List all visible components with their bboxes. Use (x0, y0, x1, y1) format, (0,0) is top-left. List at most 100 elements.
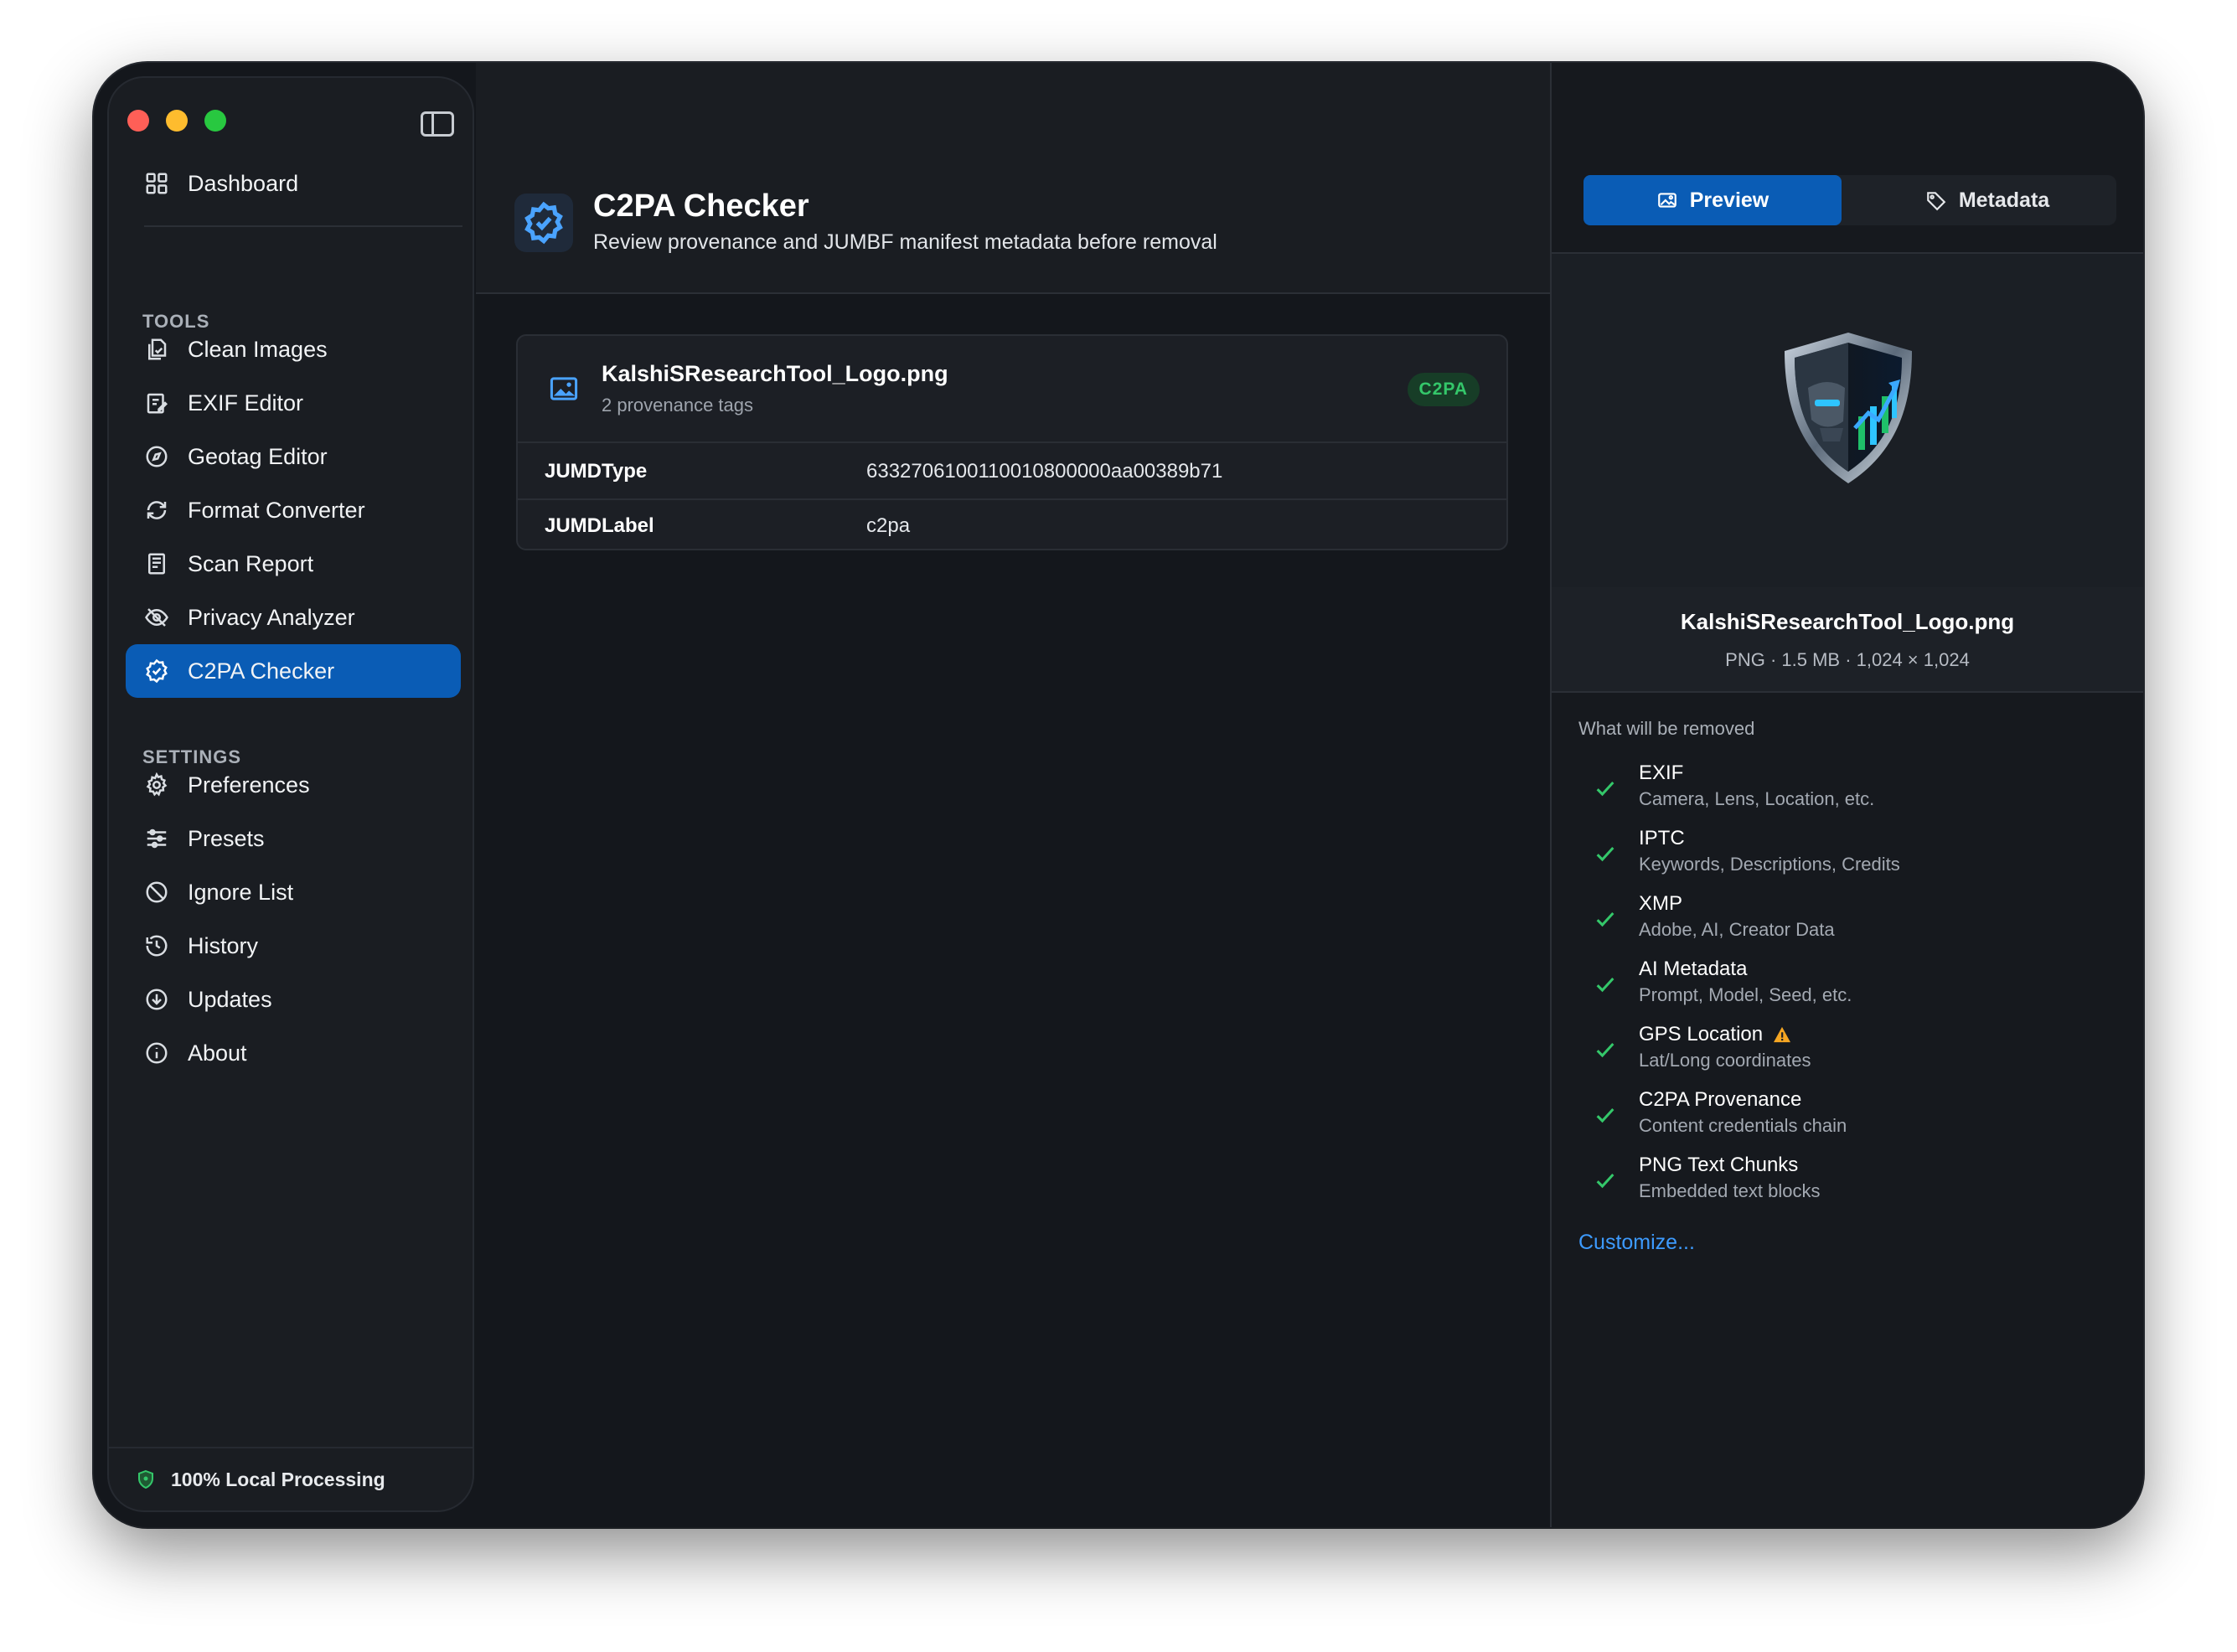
removal-item-title: EXIF (1639, 761, 1683, 785)
sidebar-divider (144, 225, 462, 227)
sidebar-item-label: C2PA Checker (188, 658, 335, 684)
removal-item-title-text: AI Metadata (1639, 958, 1748, 980)
zoom-window-button[interactable] (204, 110, 226, 132)
image-icon (550, 377, 578, 400)
tag-icon (1926, 192, 1946, 211)
file-info: KalshiSResearchTool_Logo.png PNG · 1.5 M… (1552, 587, 2143, 693)
removal-item-exif: EXIF Camera, Lens, Location, etc. (1578, 761, 2115, 820)
removal-item-ai-metadata: AI Metadata Prompt, Model, Seed, etc. (1578, 958, 2115, 1016)
info-icon (144, 1040, 169, 1066)
sidebar-item-label: About (188, 1040, 247, 1066)
checkmark-icon (1596, 1107, 1614, 1123)
removal-item-xmp: XMP Adobe, AI, Creator Data (1578, 892, 2115, 951)
checkmark-icon (1596, 1173, 1614, 1189)
shield-logo-image (1785, 333, 1912, 483)
removal-item-title-text: IPTC (1639, 827, 1685, 849)
sidebar-toggle-icon[interactable] (421, 111, 454, 137)
removal-item-desc: Content credentials chain (1639, 1115, 1847, 1136)
removal-item-desc: Keywords, Descriptions, Credits (1639, 854, 1900, 875)
warning-icon (1774, 1026, 1791, 1043)
page-header: C2PA Checker Review provenance and JUMBF… (476, 63, 1550, 294)
removal-item-desc: Lat/Long coordinates (1639, 1050, 1811, 1071)
tab-preview[interactable]: Preview (1583, 175, 1842, 225)
sidebar-item-format-converter[interactable]: Format Converter (126, 483, 461, 537)
removal-item-title-text: XMP (1639, 892, 1683, 915)
file-name: KalshiSResearchTool_Logo.png (602, 361, 948, 386)
removal-item-title: XMP (1639, 892, 1682, 916)
image-preview (1552, 252, 2143, 587)
removal-item-title: C2PA Provenance (1639, 1088, 1801, 1112)
sidebar-item-label: Preferences (188, 772, 310, 798)
sidebar-item-presets[interactable]: Presets (126, 812, 461, 865)
removal-item-title-text: PNG Text Chunks (1639, 1154, 1799, 1176)
compass-icon (144, 444, 169, 469)
prohibited-icon (144, 880, 169, 905)
metadata-key: JUMDLabel (545, 514, 654, 537)
clean-images-icon (144, 337, 169, 362)
checkmark-icon (1596, 846, 1614, 862)
sidebar-item-clean-images[interactable]: Clean Images (126, 323, 461, 376)
sidebar-item-ignore-list[interactable]: Ignore List (126, 865, 461, 919)
sidebar: Dashboard TOOLS Clean Images EXIF Editor… (107, 76, 474, 1512)
seal-check-icon (514, 194, 573, 252)
close-window-button[interactable] (127, 110, 149, 132)
sidebar-item-label: Dashboard (188, 170, 299, 196)
removal-item-c2pa-provenance: C2PA Provenance Content credentials chai… (1578, 1088, 2115, 1147)
sidebar-item-geotag-editor[interactable]: Geotag Editor (126, 430, 461, 483)
metadata-row: JUMDType 6332706100110010800000aa00389b7… (518, 445, 1506, 498)
tab-label: Metadata (1958, 188, 2050, 212)
sidebar-item-label: Clean Images (188, 336, 328, 362)
removal-item-title: PNG Text Chunks (1639, 1154, 1798, 1177)
tab-metadata[interactable]: Metadata (1858, 175, 2116, 225)
inspector-panel: Preview Metadata KalshiSResearchTool_Log… (1550, 63, 2143, 1527)
sidebar-item-updates[interactable]: Updates (126, 973, 461, 1026)
sidebar-item-exif-editor[interactable]: EXIF Editor (126, 376, 461, 430)
seal-check-icon (144, 658, 169, 684)
sidebar-item-label: Geotag Editor (188, 443, 328, 469)
page-subtitle: Review provenance and JUMBF manifest met… (593, 230, 1217, 254)
sidebar-item-label: Scan Report (188, 550, 314, 576)
main-content: C2PA Checker Review provenance and JUMBF… (476, 63, 1550, 1527)
sidebar-item-history[interactable]: History (126, 919, 461, 973)
local-processing-status: 100% Local Processing (109, 1447, 473, 1510)
sidebar-item-label: Updates (188, 986, 272, 1012)
customize-link[interactable]: Customize... (1578, 1231, 1695, 1255)
removal-item-iptc: IPTC Keywords, Descriptions, Credits (1578, 827, 2115, 885)
removal-item-title: AI Metadata (1639, 958, 1747, 981)
sliders-icon (144, 826, 169, 851)
removal-item-png-text-chunks: PNG Text Chunks Embedded text blocks (1578, 1154, 2115, 1212)
removal-item-desc: Prompt, Model, Seed, etc. (1639, 984, 1852, 1005)
sidebar-item-label: Presets (188, 825, 265, 851)
removal-item-gps-location: GPS Location Lat/Long coordinates (1578, 1023, 2115, 1082)
sidebar-item-label: Privacy Analyzer (188, 604, 355, 630)
removal-item-title: IPTC (1639, 827, 1685, 850)
sidebar-item-label: EXIF Editor (188, 390, 304, 416)
sidebar-item-preferences[interactable]: Preferences (126, 758, 461, 812)
sidebar-item-privacy-analyzer[interactable]: Privacy Analyzer (126, 591, 461, 644)
checkmark-icon (1596, 1042, 1614, 1058)
local-processing-label: 100% Local Processing (171, 1468, 385, 1490)
sidebar-item-scan-report[interactable]: Scan Report (126, 537, 461, 591)
metadata-row: JUMDLabel c2pa (518, 498, 1506, 549)
sidebar-item-label: History (188, 932, 259, 958)
c2pa-badge: C2PA (1407, 373, 1480, 406)
tab-label: Preview (1689, 188, 1769, 212)
sidebar-item-c2pa-checker[interactable]: C2PA Checker (126, 644, 461, 698)
sidebar-item-about[interactable]: About (126, 1026, 461, 1080)
app-window: Dashboard TOOLS Clean Images EXIF Editor… (94, 63, 2143, 1527)
file-card[interactable]: KalshiSResearchTool_Logo.png 2 provenanc… (516, 334, 1508, 550)
report-icon (144, 551, 169, 576)
download-icon (144, 987, 169, 1012)
checkmark-icon (1596, 911, 1614, 927)
file-card-header: KalshiSResearchTool_Logo.png 2 provenanc… (518, 336, 1506, 443)
sidebar-item-label: Ignore List (188, 879, 294, 905)
removal-item-title-text: GPS Location (1639, 1023, 1764, 1045)
sidebar-item-dashboard[interactable]: Dashboard (126, 157, 461, 210)
removal-item-title-text: C2PA Provenance (1639, 1088, 1802, 1111)
metadata-key: JUMDType (545, 460, 648, 483)
eye-slash-icon (144, 605, 169, 630)
removal-item-desc: Embedded text blocks (1639, 1180, 1821, 1201)
photo-icon (1657, 193, 1676, 208)
minimize-window-button[interactable] (166, 110, 188, 132)
metadata-value: c2pa (866, 514, 911, 537)
